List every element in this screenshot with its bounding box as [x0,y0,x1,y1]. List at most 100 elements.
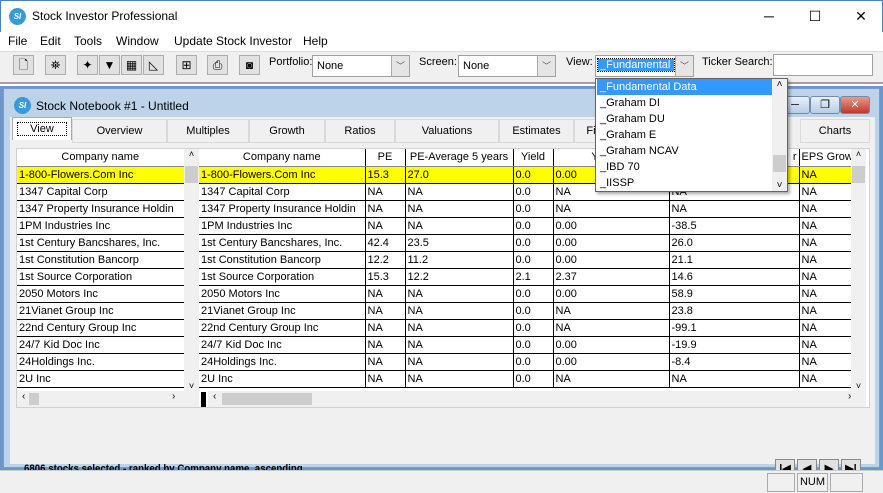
table-cell[interactable]: 12.2 [365,251,406,269]
table-cell[interactable]: 1st Source Corporation [199,268,366,286]
table-cell[interactable]: 14.6 [669,268,800,286]
table-row[interactable]: 2U Inc [17,370,185,388]
table-cell[interactable]: 26.0 [669,234,800,252]
view-option[interactable]: _IBD 70 [597,159,772,175]
chevron-down-icon[interactable]: ﹀ [537,56,555,76]
table-cell[interactable]: NA [799,319,852,337]
ticker-search-input[interactable] [773,54,873,76]
column-header[interactable]: Yield [513,149,554,167]
table-row[interactable]: 22nd Century Group Inc [17,319,185,337]
table-cell[interactable]: 21Vianet Group Inc [17,302,185,320]
table-cell[interactable]: 1st Century Bancshares, Inc. [199,234,366,252]
table-row[interactable]: 2050 Motors Inc [17,285,185,303]
table-cell[interactable]: NA [669,200,800,218]
view-option[interactable]: _Graham DI [597,95,772,111]
table-cell[interactable]: NA [405,285,514,303]
table-row[interactable]: 24Holdings Inc. NA NA 0.0 0.00 -8.4 NA [199,353,852,371]
table-row[interactable]: 1st Century Bancshares, Inc. 42.4 23.5 0.0 0… [199,234,852,252]
column-header[interactable]: Company name [199,149,366,167]
table-cell[interactable]: 0.0 [513,285,554,303]
table-cell[interactable]: 2U Inc [199,370,366,388]
child-close-button[interactable]: ✕ [840,96,870,114]
chevron-up-icon[interactable]: ˄ [772,79,787,90]
table-cell[interactable]: 2050 Motors Inc [17,285,185,303]
table-cell[interactable]: 1st Constitution Bancorp [199,251,366,269]
menu-tools[interactable]: Tools [74,34,102,48]
table-cell[interactable]: 0.00 [553,251,670,269]
tab-multiples[interactable]: Multiples [167,119,249,143]
table-cell[interactable]: 1347 Capital Corp [199,183,366,201]
view-option[interactable]: _Graham NCAV [597,143,772,159]
table-cell[interactable]: 23.5 [405,234,514,252]
table-row[interactable]: 1347 Capital Corp [17,183,185,201]
menu-help[interactable]: Help [303,34,328,48]
frozen-hscroll[interactable]: ‹ › [17,391,199,407]
table-cell[interactable]: 27.0 [405,166,514,184]
table-cell[interactable]: NA [553,302,670,320]
table-cell[interactable]: NA [405,353,514,371]
main-vscroll[interactable]: ˄ ˅ [851,149,866,391]
table-cell[interactable]: 22nd Century Group Inc [17,319,185,337]
tab-overview[interactable]: Overview [72,119,167,143]
scroll-thumb[interactable] [222,393,312,405]
tab-view[interactable]: View [12,117,72,140]
table-cell[interactable]: 22nd Century Group Inc [199,319,366,337]
table-cell[interactable]: NA [365,336,406,354]
table-row[interactable]: 1347 Property Insurance Holdin [17,200,185,218]
table-row[interactable]: 1st Source Corporation [17,268,185,286]
menu-file[interactable]: File [8,34,27,48]
new-icon[interactable]: 🗋 [13,55,34,75]
column-header[interactable]: PE-Average 5 years [405,149,514,167]
table-cell[interactable]: 24/7 Kid Doc Inc [17,336,185,354]
table-cell[interactable]: NA [799,166,852,184]
maximize-button[interactable]: ☐ [792,1,838,31]
table-cell[interactable]: 0.00 [553,234,670,252]
table-cell[interactable]: NA [365,302,406,320]
column-header[interactable]: Company name [17,149,185,167]
scroll-thumb[interactable] [185,166,198,183]
table-cell[interactable]: NA [365,353,406,371]
table-cell[interactable]: 42.4 [365,234,406,252]
table-row[interactable]: 1st Source Corporation 15.3 12.2 2.1 2.37 14.… [199,268,852,286]
table-cell[interactable]: -8.4 [669,353,800,371]
hierarchy-icon[interactable]: ⊞ [176,55,197,75]
chart-tool-icon[interactable]: ◺ [143,55,164,75]
table-cell[interactable]: 0.00 [553,285,670,303]
scroll-thumb[interactable] [852,166,865,183]
table-cell[interactable]: 0.00 [553,353,670,371]
table-cell[interactable]: 0.0 [513,217,554,235]
table-cell[interactable]: NA [405,183,514,201]
view-option[interactable]: _Graham DU [597,111,772,127]
portfolio-select[interactable]: None ﹀ [312,55,410,77]
tab-valuations[interactable]: Valuations [395,119,499,143]
view-option[interactable]: _IISSP [597,175,772,191]
table-cell[interactable]: NA [365,319,406,337]
table-cell[interactable]: 15.3 [365,166,406,184]
table-cell[interactable]: NA [365,370,406,388]
table-cell[interactable]: NA [365,217,406,235]
table-cell[interactable]: 2.37 [553,268,670,286]
table-cell[interactable]: 24/7 Kid Doc Inc [199,336,366,354]
table-cell[interactable]: 1347 Property Insurance Holdin [199,200,366,218]
table-cell[interactable]: NA [405,302,514,320]
scroll-thumb[interactable] [773,155,786,172]
table-cell[interactable]: 1st Source Corporation [17,268,185,286]
splitter-handle[interactable] [201,392,206,407]
column-header[interactable]: EPS Grow [799,149,852,167]
column-header[interactable]: PE [365,149,406,167]
criteria-icon[interactable]: ✦ [77,55,98,75]
scroll-thumb[interactable] [29,393,39,405]
table-cell[interactable]: NA [799,353,852,371]
table-cell[interactable]: 23.8 [669,302,800,320]
table-row[interactable]: 21Vianet Group Inc [17,302,185,320]
table-cell[interactable]: NA [405,370,514,388]
table-cell[interactable]: 12.2 [405,268,514,286]
tab-ratios[interactable]: Ratios [325,119,395,143]
minimize-button[interactable]: ─ [746,1,792,31]
chevron-down-icon[interactable]: ˅ [772,180,787,191]
view-option[interactable]: _Fundamental Data [597,79,772,95]
table-row[interactable]: 22nd Century Group Inc NA NA 0.0 NA -99.1 NA [199,319,852,337]
table-cell[interactable]: 21Vianet Group Inc [199,302,366,320]
table-cell[interactable]: NA [405,200,514,218]
table-cell[interactable]: NA [553,200,670,218]
